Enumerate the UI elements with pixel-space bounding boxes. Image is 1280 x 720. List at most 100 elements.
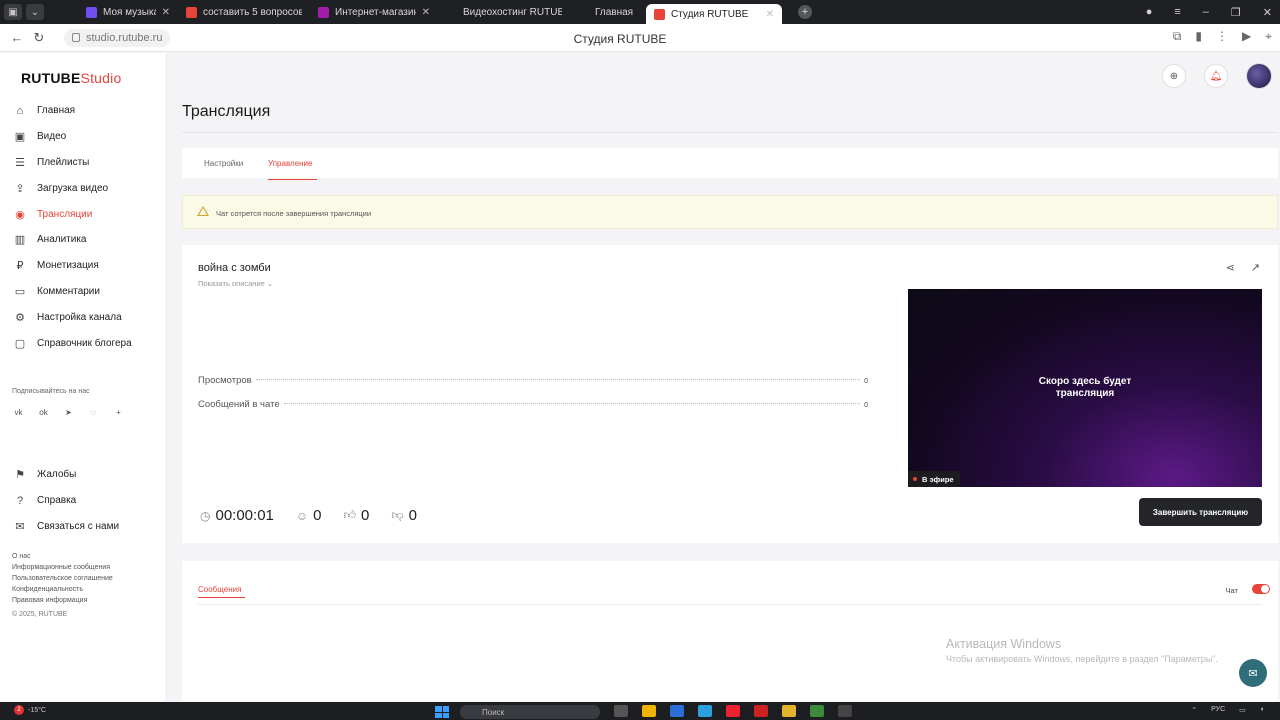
open-external-icon[interactable]: ↗ xyxy=(1251,261,1260,274)
viewers-metric: ☺ 0 xyxy=(296,507,322,524)
sidebar-item[interactable]: ⇪ Загрузка видео xyxy=(12,175,132,201)
bookmark-icon[interactable]: ▮ xyxy=(1195,29,1202,44)
language-indicator[interactable]: РУС xyxy=(1211,706,1225,714)
sidebar-item[interactable]: ▭ Комментарии xyxy=(12,279,132,305)
chat-toggle[interactable] xyxy=(1252,584,1270,594)
sidebar-item[interactable]: ▢ Справочник блогера xyxy=(12,330,132,356)
tab-favicon-icon xyxy=(318,6,329,18)
taskbar-search[interactable]: Поиск xyxy=(460,705,600,719)
more-icon[interactable]: ⋮ xyxy=(1216,29,1228,44)
browser-menu-icon[interactable]: ▣ xyxy=(4,4,22,20)
preview-message: Скоро здесь будет трансляция xyxy=(1038,376,1132,399)
browser-tab[interactable]: Студия RUTUBE ✕ xyxy=(646,4,782,24)
vk-icon[interactable]: vk xyxy=(13,407,24,418)
sidebar-item[interactable]: ⚑ Жалобы xyxy=(12,462,119,488)
browser-tab[interactable]: Видеохостинг RUTUBE. С xyxy=(438,0,570,24)
telegram-icon[interactable]: ➤ xyxy=(63,407,74,418)
end-stream-button[interactable]: Завершить трансляцию xyxy=(1139,498,1262,526)
footer-link[interactable]: Правовая информация xyxy=(12,595,113,606)
browser-tab[interactable]: составить 5 вопросов по xyxy=(178,0,310,24)
minimize-icon[interactable]: – xyxy=(1203,6,1209,18)
browser-app-icon[interactable] xyxy=(782,705,796,717)
timer-value: 00:00:01 xyxy=(215,507,274,524)
sidebar-item[interactable]: ✉ Связаться с нами xyxy=(12,514,119,540)
sidebar-item-label: Монетизация xyxy=(37,260,99,272)
dislikes-metric: 👎︎ 0 xyxy=(391,507,417,524)
windows-activation-watermark: Активация Windows Чтобы активировать Win… xyxy=(946,637,1218,664)
profile-icon[interactable]: ● xyxy=(1146,6,1153,18)
activation-title: Активация Windows xyxy=(946,637,1062,651)
stream-preview[interactable]: Скоро здесь будет трансляция В эфире xyxy=(908,289,1262,487)
explorer-icon[interactable] xyxy=(642,705,656,717)
close-window-icon[interactable]: ✕ xyxy=(1263,6,1272,19)
close-tab-icon[interactable]: ✕ xyxy=(162,7,170,18)
tab-messages[interactable]: Сообщения xyxy=(198,585,241,594)
notifications-icon[interactable]: 🔔︎ xyxy=(1204,64,1228,88)
menu-icon[interactable]: ≡ xyxy=(1174,6,1180,18)
footer-link[interactable]: Конфиденциальность xyxy=(12,584,113,595)
share-icon[interactable]: ⋖ xyxy=(1226,261,1235,274)
add-content-icon[interactable]: ⊕ xyxy=(1162,64,1186,88)
browser-tab[interactable]: Интернет-магазин Wi ✕ xyxy=(310,0,438,24)
sidebar-item[interactable]: ⌂ Главная xyxy=(12,98,132,124)
plus-icon[interactable]: + xyxy=(113,407,124,418)
telegram-app-icon[interactable] xyxy=(698,705,712,717)
screenshot-icon[interactable]: ⌖ xyxy=(1265,29,1272,44)
sidebar-item[interactable]: ▣ Видео xyxy=(12,124,132,150)
yandex-app-icon[interactable] xyxy=(726,705,740,717)
browser-tab[interactable]: Моя музыка ✕ xyxy=(78,0,178,24)
tab-management[interactable]: Управление xyxy=(268,159,312,168)
stat-label: Просмотров xyxy=(198,375,252,386)
tabs-dropdown-icon[interactable]: ⌄ xyxy=(26,4,44,20)
maximize-icon[interactable]: ❐ xyxy=(1231,6,1241,19)
home-icon: ⌂ xyxy=(16,104,24,117)
sidebar-item[interactable]: ▥ Аналитика xyxy=(12,227,132,253)
tabs-card: Настройки Управление xyxy=(182,148,1278,178)
sidebar-item[interactable]: ₽ Монетизация xyxy=(12,253,132,279)
store-icon[interactable] xyxy=(670,705,684,717)
obs-icon[interactable] xyxy=(838,705,852,717)
tab-label: Главная xyxy=(595,6,634,18)
browser-tab[interactable]: Главная xyxy=(570,0,646,24)
avatar[interactable] xyxy=(1246,63,1272,89)
sidebar-menu: ⌂ Главная ▣ Видео ☰ Плейлисты ⇪ Загрузка видео ◉… xyxy=(12,98,132,356)
sidebar-item-label: Трансляции xyxy=(37,208,93,220)
new-tab-button[interactable]: + xyxy=(798,5,812,19)
video-icon: ▣ xyxy=(14,131,26,144)
address-bar-actions: ⧉ ▮ ⋮ ▶ ⌖ xyxy=(1173,29,1272,44)
weather-widget[interactable]: 2 -15°C xyxy=(14,705,46,715)
task-view-icon[interactable] xyxy=(614,705,628,717)
volume-icon[interactable]: ◖ xyxy=(1260,706,1264,714)
ok-icon[interactable]: ok xyxy=(38,407,49,418)
chevron-down-icon: ⌄ xyxy=(266,279,274,288)
player-icon[interactable]: ▶ xyxy=(1242,29,1251,44)
sidebar-item[interactable]: ☰ Плейлисты xyxy=(12,150,132,176)
sidebar-item[interactable]: ? Справка xyxy=(12,488,119,514)
show-description-link[interactable]: Показать описание ⌄ xyxy=(198,279,273,288)
minecraft-icon[interactable] xyxy=(810,705,824,717)
start-icon[interactable] xyxy=(435,706,449,718)
rutube-studio-logo[interactable]: RUTUBEStudio xyxy=(21,70,121,86)
upload-icon: ⇪ xyxy=(15,182,25,195)
tab-settings[interactable]: Настройки xyxy=(204,159,243,168)
viber-icon[interactable]: ◌ xyxy=(88,407,99,418)
footer-link[interactable]: Информационные сообщения xyxy=(12,562,113,573)
sidebar-item[interactable]: ◉ Трансляции xyxy=(12,201,132,227)
support-chat-button[interactable]: ✉ xyxy=(1239,659,1267,687)
messages-card: Сообщения Чат xyxy=(182,561,1278,701)
close-tab-icon[interactable]: ✕ xyxy=(422,7,430,18)
footer-link[interactable]: О нас xyxy=(12,551,113,562)
app-icon[interactable] xyxy=(754,705,768,717)
sidebar-item-label: Комментарии xyxy=(37,285,100,297)
close-tab-icon[interactable]: ✕ xyxy=(766,9,774,20)
viewers-icon: ☺ xyxy=(295,508,309,523)
translate-icon[interactable]: ⧉ xyxy=(1173,29,1182,44)
messages-tab-indicator xyxy=(198,597,245,598)
footer-link[interactable]: Пользовательское соглашение xyxy=(12,573,113,584)
network-icon[interactable]: ▭ xyxy=(1239,706,1246,714)
system-tray: ⌃ РУС ▭ ◖ xyxy=(1191,706,1264,714)
tab-label: Моя музыка xyxy=(103,6,156,18)
divider xyxy=(182,132,1278,133)
sidebar-item[interactable]: ⚙ Настройка канала xyxy=(12,304,132,330)
tray-arrow-icon[interactable]: ⌃ xyxy=(1191,706,1197,714)
